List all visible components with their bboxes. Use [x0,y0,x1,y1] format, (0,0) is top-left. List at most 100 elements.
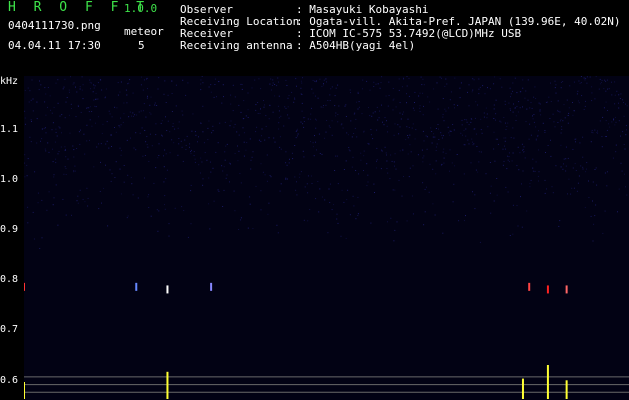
noise-pixel [163,181,165,183]
noise-pixel [286,85,288,86]
noise-pixel [560,87,562,89]
noise-pixel [53,176,55,178]
noise-pixel [120,154,122,156]
noise-pixel [507,191,509,193]
noise-pixel [478,78,480,80]
info-value-antenna: : A504HB(yagi 4el) [296,39,416,52]
noise-pixel [500,121,502,123]
noise-pixel [55,158,57,160]
noise-pixel [345,160,347,162]
noise-pixel [441,77,442,79]
noise-pixel [463,220,465,222]
noise-pixel [45,114,47,116]
noise-pixel [496,194,498,196]
noise-pixel [255,131,257,133]
noise-pixel [312,92,314,94]
noise-pixel [199,172,201,174]
noise-pixel [232,110,234,112]
noise-pixel [372,138,374,140]
noise-pixel [197,141,198,143]
noise-pixel [96,98,98,100]
noise-pixel [128,116,130,118]
noise-pixel [260,88,262,90]
noise-pixel [214,78,216,80]
noise-pixel [212,167,214,169]
noise-pixel [251,87,253,89]
noise-pixel [259,113,261,114]
noise-pixel [32,98,34,100]
noise-pixel [393,134,395,136]
noise-pixel [581,95,583,97]
noise-pixel [555,165,557,167]
noise-pixel [222,170,224,172]
noise-pixel [426,148,428,150]
noise-pixel [142,89,144,91]
noise-pixel [389,178,391,180]
noise-pixel [449,99,451,101]
noise-pixel [156,209,158,211]
noise-pixel [461,119,463,121]
noise-pixel [73,149,75,151]
noise-pixel [620,135,621,137]
noise-pixel [60,146,62,148]
noise-pixel [334,170,336,171]
noise-pixel [129,111,131,113]
noise-pixel [29,136,31,138]
noise-pixel [474,128,476,130]
noise-pixel [101,202,102,204]
noise-pixel [484,93,486,95]
noise-pixel [518,169,520,171]
noise-pixel [585,100,586,102]
noise-pixel [507,122,509,124]
noise-pixel [503,117,505,118]
noise-pixel [407,153,409,155]
noise-pixel [329,202,331,203]
noise-pixel [626,129,627,131]
noise-pixel [147,88,148,90]
noise-pixel [285,151,287,153]
noise-pixel [357,213,359,215]
noise-pixel [625,186,626,188]
noise-pixel [431,142,433,144]
noise-pixel [300,80,302,82]
noise-pixel [280,148,282,150]
noise-pixel [418,95,420,97]
noise-pixel [456,154,458,155]
noise-pixel [228,162,230,164]
noise-pixel [434,136,436,138]
noise-pixel [355,170,357,171]
noise-pixel [505,137,507,139]
noise-pixel [190,153,192,155]
noise-pixel [538,171,540,173]
noise-pixel [522,106,523,108]
noise-pixel [366,185,368,187]
noise-pixel [200,79,202,81]
noise-pixel [523,151,525,153]
noise-pixel [55,162,57,164]
noise-pixel [226,174,228,176]
noise-pixel [574,163,576,165]
noise-pixel [309,209,311,211]
noise-pixel [337,222,339,224]
noise-pixel [324,137,326,139]
noise-pixel [230,103,232,105]
noise-pixel [422,78,424,80]
noise-pixel [348,149,350,151]
noise-pixel [263,100,264,101]
noise-pixel [490,185,492,187]
noise-pixel [101,132,103,134]
noise-pixel [615,151,617,153]
noise-pixel [516,165,518,167]
noise-pixel [507,155,508,157]
noise-pixel [626,105,628,107]
noise-pixel [450,130,452,132]
noise-pixel [142,110,144,112]
noise-pixel [75,86,76,88]
noise-pixel [321,153,323,155]
noise-pixel [65,168,67,169]
noise-pixel [44,127,46,129]
noise-pixel [190,190,192,192]
noise-pixel [614,124,616,126]
meteor-echo [166,285,169,294]
noise-pixel [106,140,108,142]
